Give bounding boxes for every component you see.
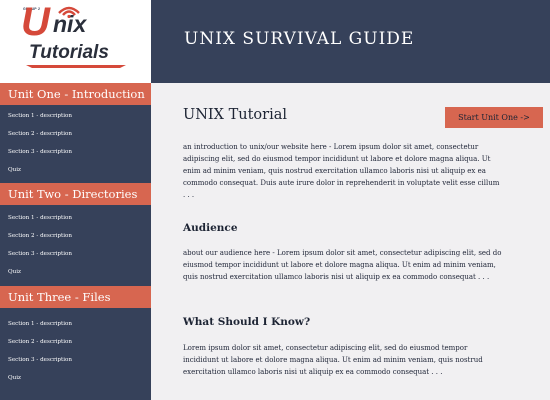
page-title: UNIX Tutorial [183, 107, 287, 123]
intro-line: adipiscing elit, sed do eiusmod tempor i… [183, 155, 491, 163]
sidebar-link-unit-one-section-1[interactable]: Section 1 - description [8, 112, 72, 120]
audience-line: eiusmod tempor incididunt ut labore et d… [183, 261, 496, 269]
sidebar-link-unit-two-quiz[interactable]: Quiz [8, 268, 21, 276]
logo-underline [26, 65, 126, 68]
know-line: Lorem ipsum dolor sit amet, consectetur … [183, 344, 468, 352]
intro-line: . . . [183, 191, 195, 199]
sidebar-section-unit-three[interactable]: Unit Three - Files [0, 286, 151, 308]
know-line: incididunt ut labore et dolore magna ali… [183, 356, 483, 364]
sidebar: GROUP 2 U nix Tutorials Unit One - Intro… [0, 0, 151, 400]
sidebar-link-unit-three-section-1[interactable]: Section 1 - description [8, 320, 72, 328]
sidebar-section-unit-two[interactable]: Unit Two - Directories [0, 183, 151, 205]
header-bar: UNIX SURVIVAL GUIDE [151, 0, 550, 83]
sidebar-link-unit-two-section-1[interactable]: Section 1 - description [8, 214, 72, 222]
what-should-i-know-heading: What Should I Know? [183, 316, 311, 328]
intro-line: commodo consequat. Duis aute irure dolor… [183, 179, 500, 187]
start-unit-one-button[interactable]: Start Unit One -> [445, 107, 543, 128]
sidebar-section-unit-one[interactable]: Unit One - Introduction [0, 83, 151, 105]
sidebar-link-unit-one-quiz[interactable]: Quiz [8, 166, 21, 174]
sidebar-link-unit-one-section-3[interactable]: Section 3 - description [8, 148, 72, 156]
logo-word-nix: nix [53, 11, 87, 37]
main-content: UNIX Tutorial Start Unit One -> an intro… [151, 83, 550, 400]
what-should-i-know-paragraph: Lorem ipsum dolor sit amet, consectetur … [183, 342, 527, 378]
site-title: UNIX SURVIVAL GUIDE [184, 29, 415, 49]
logo-letter-u: U [21, 0, 50, 44]
audience-paragraph: about our audience here - Lorem ipsum do… [183, 247, 527, 283]
know-line: exercitation ullamco laboris nisi ut ali… [183, 368, 443, 376]
sidebar-link-unit-three-quiz[interactable]: Quiz [8, 374, 21, 382]
sidebar-link-unit-one-section-2[interactable]: Section 2 - description [8, 130, 72, 138]
audience-line: quis nostrud exercitation ullamco labori… [183, 273, 490, 281]
audience-heading: Audience [183, 222, 238, 234]
audience-line: about our audience here - Lorem ipsum do… [183, 249, 502, 257]
intro-paragraph: an introduction to unix/our website here… [183, 141, 527, 201]
intro-line: an introduction to unix/our website here… [183, 143, 479, 151]
logo[interactable]: GROUP 2 U nix Tutorials [0, 0, 151, 83]
sidebar-link-unit-three-section-2[interactable]: Section 2 - description [8, 338, 72, 346]
sidebar-link-unit-three-section-3[interactable]: Section 3 - description [8, 356, 72, 364]
intro-line: enim ad minim veniam, quis nostrud exerc… [183, 167, 486, 175]
sidebar-link-unit-two-section-3[interactable]: Section 3 - description [8, 250, 72, 258]
sidebar-link-unit-two-section-2[interactable]: Section 2 - description [8, 232, 72, 240]
logo-word-tutorials: Tutorials [29, 42, 109, 63]
